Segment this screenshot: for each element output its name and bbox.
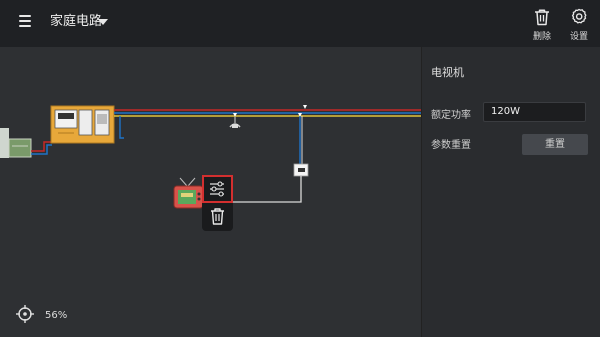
tv-component[interactable] [173,177,204,209]
page-title[interactable]: 家庭电路 [50,12,102,32]
adjust-params-button[interactable] [202,175,233,203]
crosshair-icon[interactable] [15,304,35,324]
zoom-level: 56% [45,310,68,321]
distribution-board[interactable] [50,105,115,144]
trash-icon[interactable] [202,204,233,230]
component-popup [202,175,233,231]
chevron-down-icon[interactable] [98,19,108,25]
delete-button[interactable]: 删除 [525,6,559,44]
circuit-canvas[interactable]: 56% [0,47,421,337]
menu-icon[interactable] [19,15,31,27]
wall-socket[interactable] [293,163,309,177]
trash-icon [535,9,549,26]
delete-label: 删除 [532,32,551,42]
rated-power-label: 额定功率 [431,110,471,121]
reset-button[interactable]: 重置 [522,134,588,155]
panel-title: 电视机 [431,66,464,79]
rated-power-input[interactable]: 120W [483,102,586,122]
power-source[interactable] [0,128,32,158]
gear-icon [571,8,587,24]
settings-label: 设置 [569,32,588,42]
properties-panel: 电视机 额定功率 120W 参数重置 重置 [421,47,600,337]
settings-button[interactable]: 设置 [562,6,596,44]
sliders-icon [210,181,224,197]
top-bar: 家庭电路 删除 设置 [0,0,600,47]
ground-symbol[interactable] [229,117,241,128]
param-reset-label: 参数重置 [431,140,471,151]
